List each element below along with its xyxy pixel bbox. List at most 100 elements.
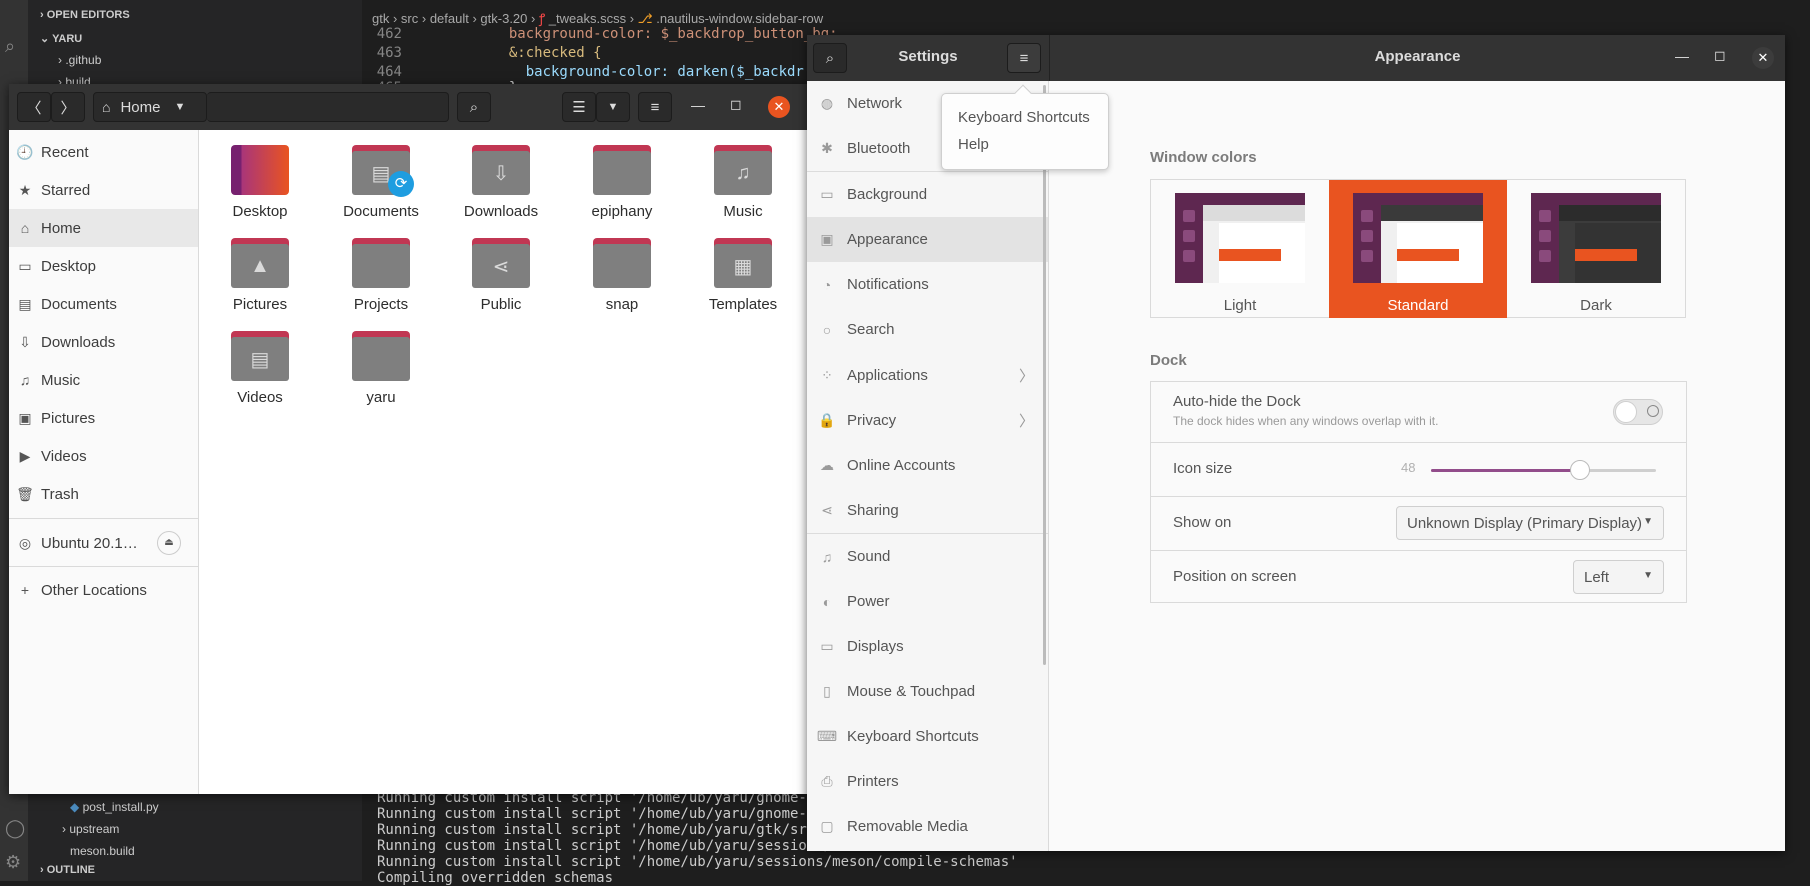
menu-button[interactable]: ≡ (1007, 43, 1041, 73)
theme-option-dark[interactable]: Dark (1507, 180, 1685, 318)
theme-option-light[interactable]: Light (1151, 180, 1329, 318)
window-colors-selector: Light Standard Dark (1150, 179, 1686, 318)
sidebar-item-notifications[interactable]: ◔ Notifications (807, 262, 1048, 307)
show-on-dropdown[interactable]: Unknown Display (Primary Display) ▼ (1396, 506, 1664, 540)
display-icon: ▭ (820, 638, 834, 654)
breadcrumb-item[interactable]: gtk-3.20 (480, 11, 527, 26)
sidebar-item-privacy[interactable]: 🔒 Privacy 〉 (807, 398, 1048, 443)
menu-button[interactable]: ≡ (638, 92, 672, 122)
sidebar-item-applications[interactable]: ⁘ Applications 〉 (807, 353, 1048, 398)
autohide-toggle[interactable] (1613, 399, 1663, 425)
sidebar-item-power[interactable]: ◐ Power (807, 579, 1048, 624)
file-item-templates[interactable]: ▦ Templates (683, 238, 803, 313)
caret-down-icon: ▼ (1643, 516, 1653, 527)
python-file-icon: ◆ (70, 800, 80, 814)
tree-item[interactable]: › upstream (62, 822, 119, 836)
breadcrumb-item[interactable]: default (430, 11, 469, 26)
minimize-button[interactable]: — (1675, 48, 1689, 64)
sidebar-item-background[interactable]: ▭ Background (807, 172, 1048, 217)
path-bar[interactable] (207, 92, 449, 122)
sidebar-item-home[interactable]: ⌂ Home (9, 209, 198, 247)
maximize-button[interactable]: ◻ (730, 96, 742, 113)
location-label: Home (120, 98, 161, 116)
slider-handle[interactable] (1569, 460, 1590, 480)
sidebar-item-sharing[interactable]: ⋖ Sharing (807, 488, 1048, 533)
account-icon[interactable]: ◯ (5, 818, 25, 839)
sidebar-item-recent[interactable]: 🕘 Recent (9, 133, 198, 171)
nav-label: Privacy (847, 412, 897, 429)
close-button[interactable]: ✕ (768, 96, 790, 118)
view-options-button[interactable]: ▼ (596, 92, 630, 122)
icon-size-row: Icon size 48 (1151, 443, 1686, 497)
sidebar-item-keyboard-shortcuts[interactable]: ⌨ Keyboard Shortcuts (807, 714, 1048, 759)
tree-item[interactable]: meson.build (70, 844, 135, 858)
file-item-pictures[interactable]: ▲ Pictures (200, 238, 320, 313)
back-button[interactable]: 〈 (17, 92, 51, 122)
file-item-documents[interactable]: ▤ ⟳ Documents (321, 145, 441, 220)
file-item-epiphany[interactable]: epiphany (562, 145, 682, 220)
outline-header[interactable]: › OUTLINE (40, 864, 95, 876)
eject-icon[interactable]: ⏏ (157, 531, 181, 555)
theme-option-standard[interactable]: Standard (1329, 180, 1507, 318)
breadcrumb-item[interactable]: .nautilus-window.sidebar-row (656, 11, 823, 26)
file-item-projects[interactable]: Projects (321, 238, 441, 313)
tree-item[interactable]: ◆ post_install.py (70, 800, 159, 814)
sidebar-item-device[interactable]: ◎ Ubuntu 20.1… ⏏ (9, 524, 198, 562)
sidebar-item-mouse-touchpad[interactable]: ▯ Mouse & Touchpad (807, 669, 1048, 714)
minimize-button[interactable]: — (691, 97, 705, 113)
forward-button[interactable]: 〉 (51, 92, 85, 122)
sidebar-item-displays[interactable]: ▭ Displays (807, 624, 1048, 669)
file-item-desktop[interactable]: Desktop (200, 145, 320, 220)
settings-sidebar: ◍ Network ✱ Bluetooth ▭ Background ▣ Appeara… (807, 81, 1049, 851)
sidebar-item-trash[interactable]: 🗑 Trash (9, 475, 198, 513)
file-item-downloads[interactable]: ⇩ Downloads (441, 145, 561, 220)
breadcrumb-item[interactable]: _tweaks.scss (549, 11, 626, 26)
sidebar-item-printers[interactable]: ⎙ Printers (807, 759, 1048, 804)
nav-label: Background (847, 186, 928, 203)
icon-size-slider[interactable] (1431, 460, 1656, 480)
breadcrumb-item[interactable]: gtk (372, 11, 389, 26)
open-editors-header[interactable]: › OPEN EDITORS (40, 9, 130, 21)
sidebar-item-downloads[interactable]: ⇩ Downloads (9, 323, 198, 361)
sidebar-label: Documents (41, 295, 117, 313)
file-item-videos[interactable]: ▤ Videos (200, 331, 320, 406)
sidebar-item-documents[interactable]: ▤ Documents (9, 285, 198, 323)
sidebar-item-appearance[interactable]: ▣ Appearance (807, 217, 1048, 262)
sidebar-item-desktop[interactable]: ▭ Desktop (9, 247, 198, 285)
breadcrumb-item[interactable]: src (401, 11, 418, 26)
gear-icon[interactable]: ⚙ (5, 852, 21, 873)
close-button[interactable]: ✕ (1752, 47, 1774, 69)
symbol-icon: ⎇ (637, 11, 653, 26)
hamburger-icon: ≡ (1019, 49, 1029, 67)
sidebar-item-sound[interactable]: ♫ Sound (807, 534, 1048, 579)
search-button[interactable]: ⌕ (457, 92, 491, 122)
location-home-button[interactable]: ⌂ Home ▼ (93, 92, 207, 122)
nav-label: Mouse & Touchpad (847, 683, 976, 700)
project-header[interactable]: ⌄ YARU (40, 32, 82, 45)
sidebar-item-music[interactable]: ♫ Music (9, 361, 198, 399)
sidebar-item-search[interactable]: ○ Search (807, 307, 1048, 352)
sidebar-item-pictures[interactable]: ▣ Pictures (9, 399, 198, 437)
list-view-button[interactable]: ☰ (562, 92, 596, 122)
sidebar-item-starred[interactable]: ★ Starred (9, 171, 198, 209)
file-item-yaru[interactable]: yaru (321, 331, 441, 406)
maximize-button[interactable]: ◻ (1714, 47, 1726, 64)
nav-label: Sharing (847, 502, 899, 519)
file-item-snap[interactable]: snap (562, 238, 682, 313)
position-dropdown[interactable]: Left ▼ (1573, 560, 1664, 594)
menu-item-help[interactable]: Help (958, 136, 989, 153)
file-item-music[interactable]: ♫ Music (683, 145, 803, 220)
sidebar-item-online-accounts[interactable]: ☁ Online Accounts (807, 443, 1048, 488)
search-icon[interactable]: ⌕ (5, 36, 15, 57)
sidebar-item-videos[interactable]: ▶ Videos (9, 437, 198, 475)
sidebar-item-removable-media[interactable]: ▢ Removable Media (807, 804, 1048, 849)
home-icon: ⌂ (102, 99, 111, 115)
scrollbar[interactable] (1043, 85, 1046, 665)
file-item-public[interactable]: ⋖ Public (441, 238, 561, 313)
sidebar-label: Desktop (41, 257, 97, 275)
sidebar-item-other-locations[interactable]: + Other Locations (9, 571, 198, 609)
menu-item-keyboard-shortcuts[interactable]: Keyboard Shortcuts (958, 109, 1090, 126)
folder-icon (352, 238, 410, 288)
autohide-row: Auto-hide the Dock The dock hides when a… (1151, 382, 1686, 443)
tree-item[interactable]: › .github (58, 53, 101, 67)
